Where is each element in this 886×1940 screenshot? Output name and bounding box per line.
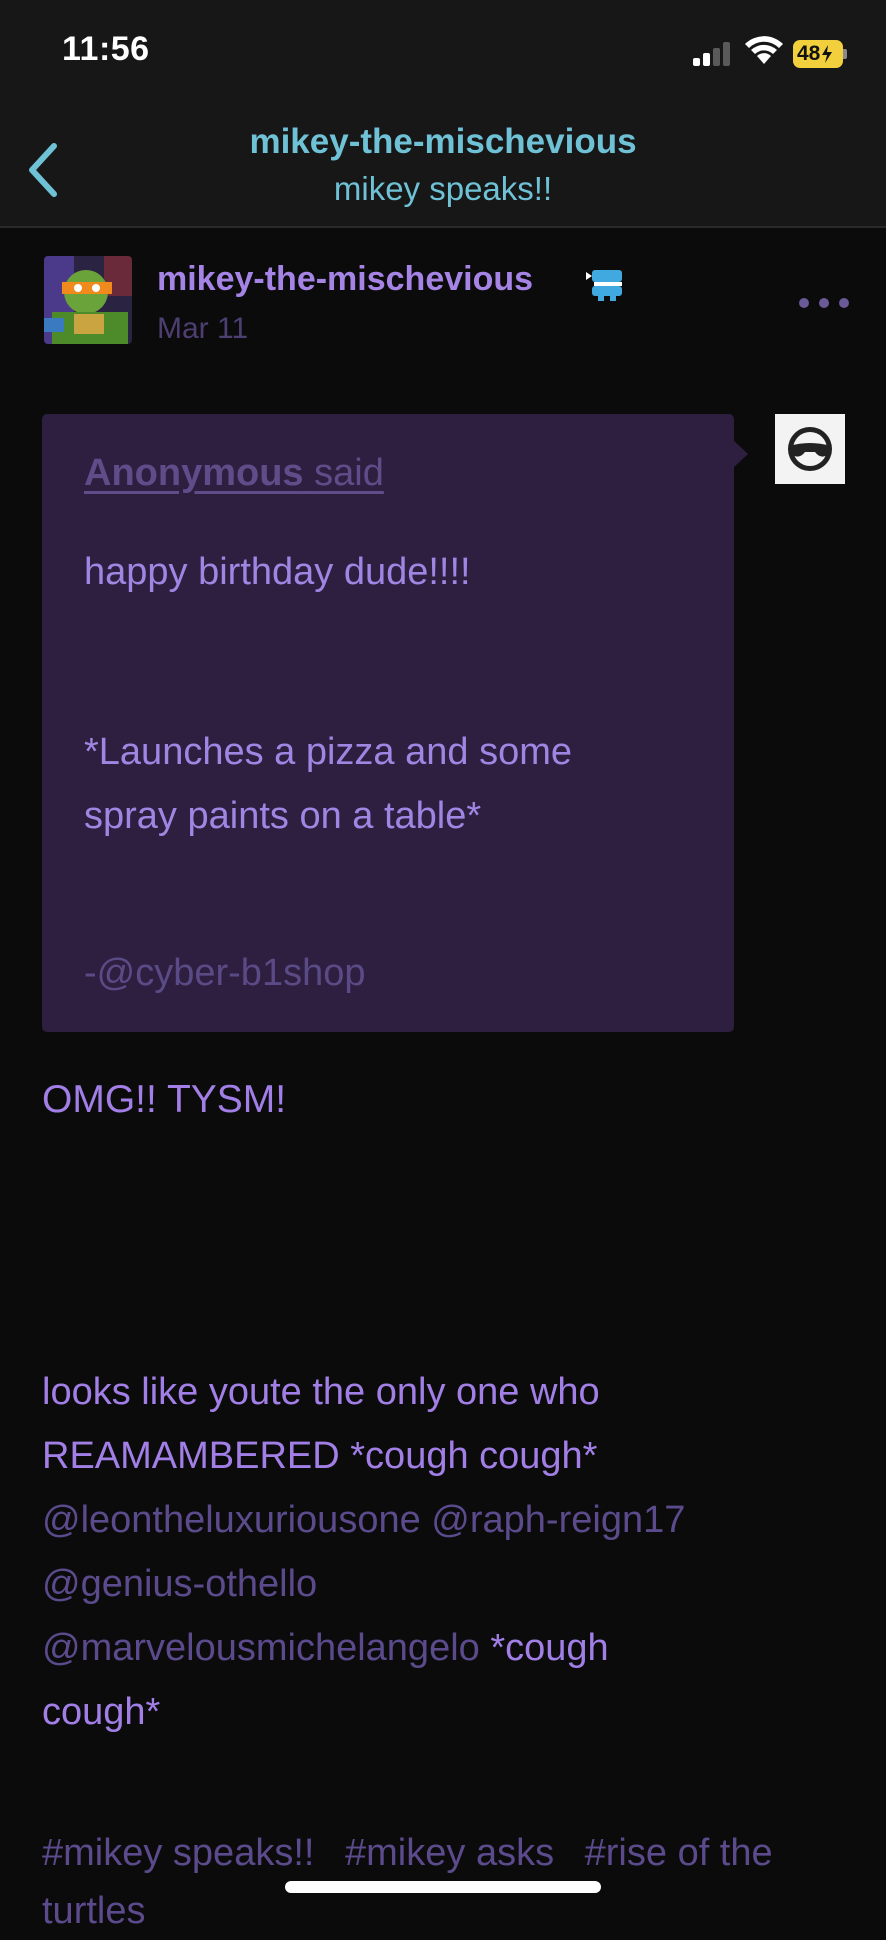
charging-bolt-icon [822,45,833,63]
mention-link[interactable]: @genius-othello [42,1563,317,1605]
reply-line-1: looks like youte the only one who [42,1371,600,1413]
ask-box: Anonymous said happy birthday dude!!!! *… [42,414,734,1032]
reply-line-2: REAMAMBERED *cough cough* [42,1435,598,1477]
reply-tail-1: *cough [490,1627,609,1669]
ask-signature: -@cyber-b1shop [84,952,366,994]
avatar[interactable] [44,256,132,344]
ellipsis-icon[interactable] [796,294,852,310]
ask-line-1: happy birthday dude!!!! [84,551,471,593]
mention-link[interactable]: @marvelousmichelangelo [42,1627,480,1669]
chatter-teeth-icon [586,270,622,301]
blog-title[interactable]: mikey-the-mischevious [0,122,886,162]
tag-link[interactable]: #mikey asks [345,1832,554,1874]
ask-line-2: *Launches a pizza and some [84,731,572,773]
post-date: Mar 11 [157,312,249,345]
battery-icon: 48 [793,40,847,68]
wifi-icon [745,36,783,64]
home-indicator[interactable] [285,1881,601,1893]
asker-name[interactable]: Anonymous [84,452,304,494]
ask-line-3: spray paints on a table* [84,795,482,837]
status-time: 11:56 [62,30,150,68]
blog-header: mikey-the-mischevious mikey speaks!! [0,110,886,228]
post-author[interactable]: mikey-the-mischevious [157,260,533,299]
said-label: said [314,452,384,494]
status-bar: 11:56 48 [0,0,886,110]
mention-link[interactable]: @leontheluxuriousone [42,1499,421,1541]
reply-tail-2: cough* [42,1691,161,1733]
ask-pointer [733,440,748,468]
ask-header[interactable]: Anonymous said [84,452,384,495]
tag-link[interactable]: #mikey speaks!! [42,1832,314,1874]
reply-text-1: OMG!! TYSM! [42,1078,287,1121]
cellular-signal-icon [693,40,737,66]
battery-level: 48 [797,42,821,65]
mention-link[interactable]: @raph-reign17 [431,1499,685,1541]
reply-text-2: looks like youte the only one who REAMAM… [42,1360,842,1744]
sunglasses-face-icon [775,414,845,484]
blog-subtitle: mikey speaks!! [333,170,553,207]
